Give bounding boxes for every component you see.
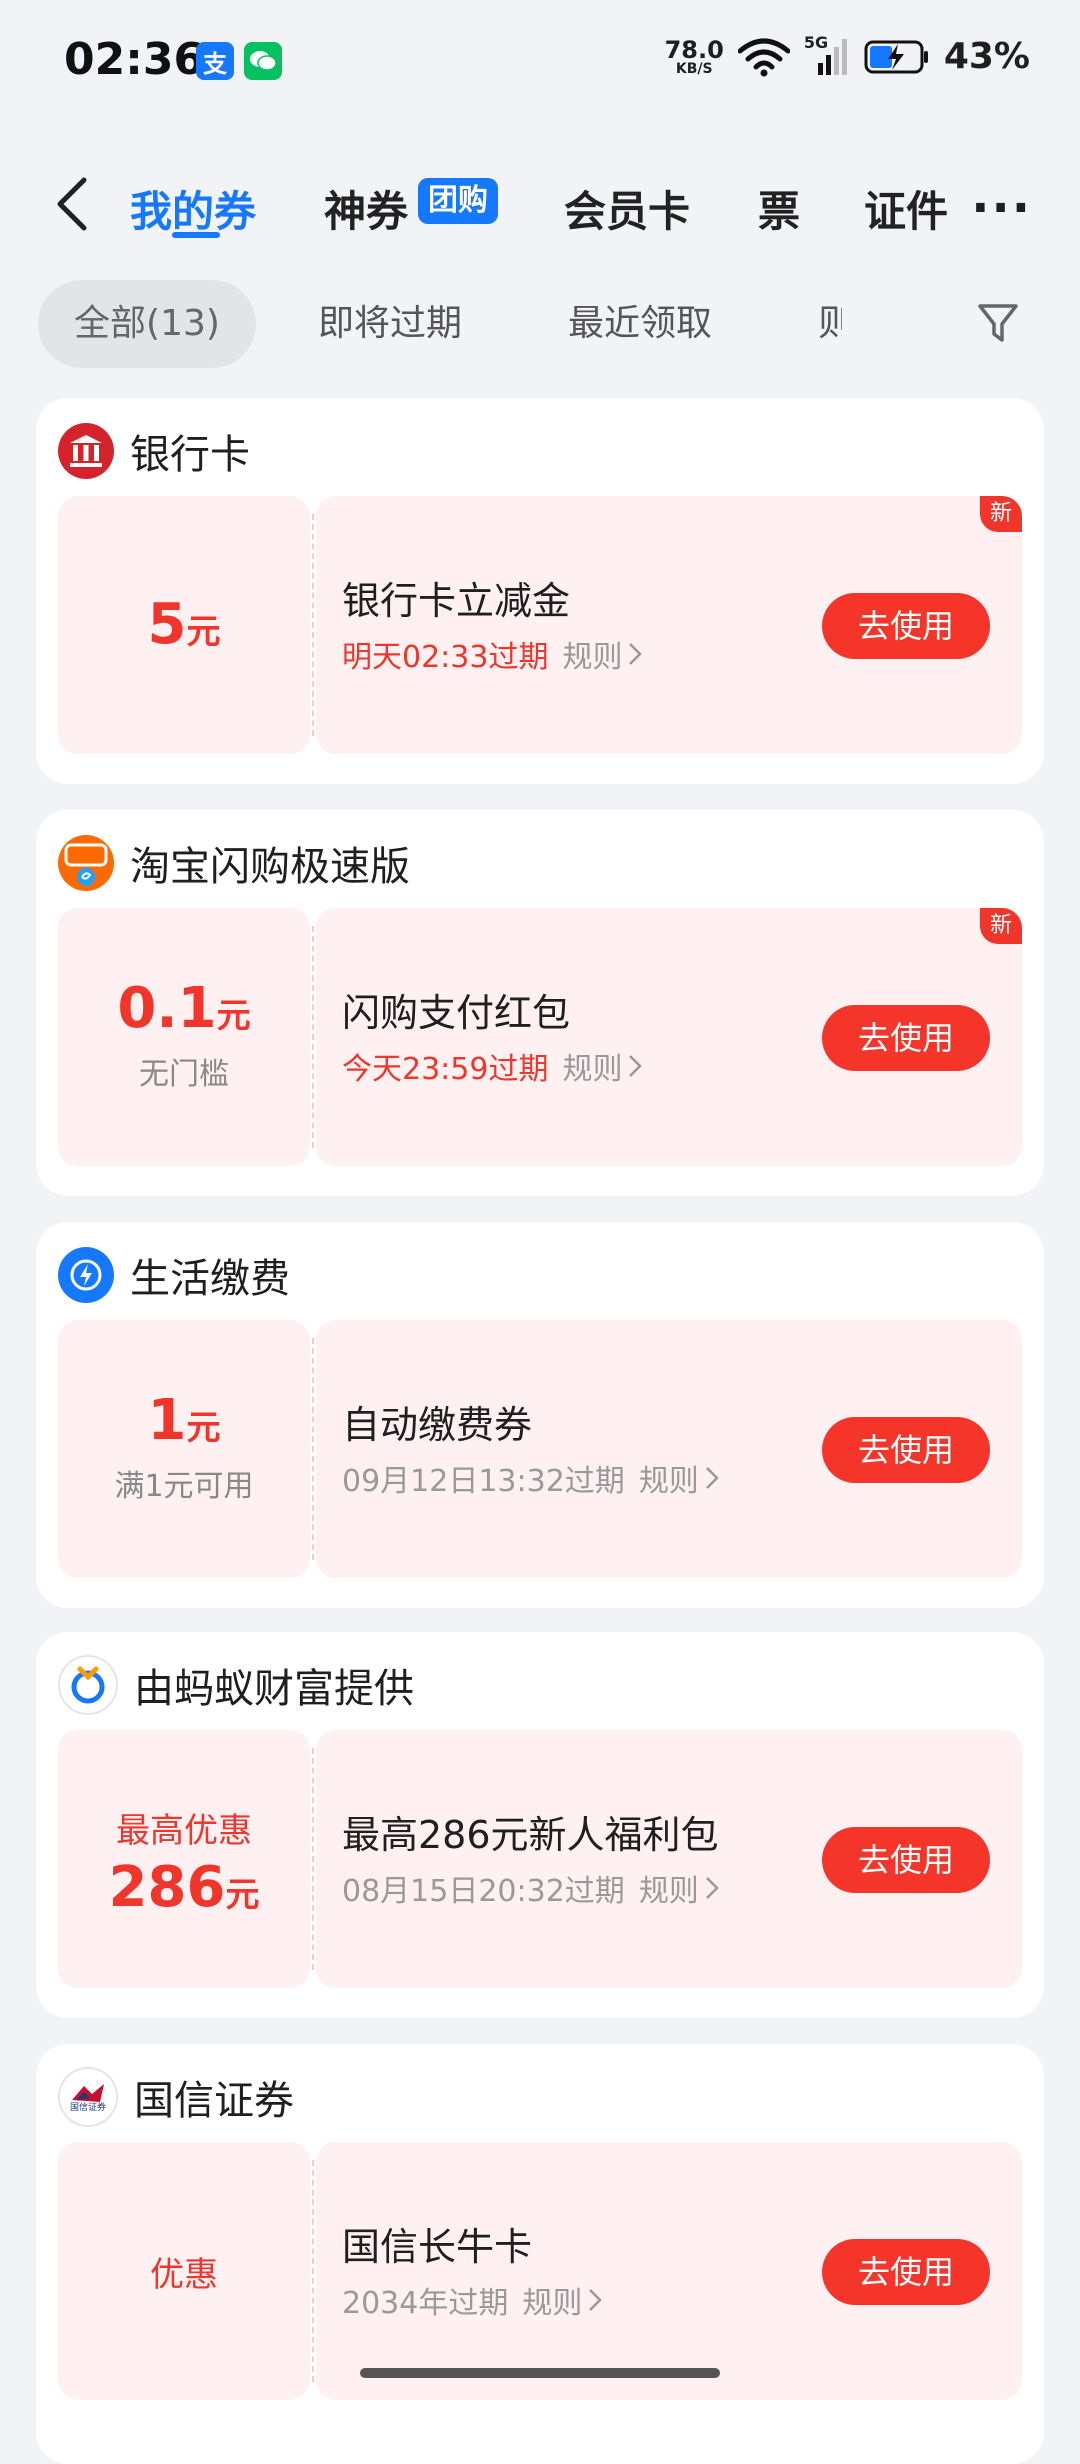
status-time: 02:36 [64, 34, 205, 85]
coupon-expiry: 09月12日13:32过期 [342, 1464, 625, 1499]
coupon-detail-panel: 国信长牛卡 2034年过期 规则 去使用 [316, 2142, 1022, 2400]
home-indicator[interactable] [360, 2368, 720, 2378]
rules-link[interactable]: 规则 [639, 1866, 719, 1910]
network-speed: 78.0 KB/S [664, 35, 724, 77]
coupon-value-panel: 最高优惠 286元 [58, 1730, 310, 1988]
back-arrow-icon[interactable] [52, 174, 92, 234]
coupon-item[interactable]: 1元 满1元可用 自动缴费券 09月12日13:32过期 规则 去使用 [58, 1320, 1022, 1578]
taobao-flash-icon [58, 835, 114, 891]
coupon-detail-panel: 新 银行卡立减金 明天02:33过期 规则 去使用 [316, 496, 1022, 754]
chevron-right-icon [705, 1467, 719, 1489]
coupon-group-taobao-flash: 淘宝闪购极速版 0.1元 无门槛 新 闪购支付红包 今天23:59过期 规则 去… [36, 810, 1044, 1196]
coupon-name: 自动缴费券 [342, 1403, 533, 1447]
ant-fortune-icon [58, 1655, 118, 1715]
chevron-right-icon [589, 2289, 603, 2311]
provider-name: 银行卡 [130, 432, 250, 478]
provider-name: 生活缴费 [130, 1256, 290, 1302]
coupon-group-ant-fortune: 由蚂蚁财富提供 最高优惠 286元 最高286元新人福利包 08月15日20:3… [36, 1632, 1044, 2018]
coupon-expiry: 08月15日20:32过期 [342, 1874, 625, 1909]
coupon-expiry: 明天02:33过期 [342, 640, 549, 675]
coupon-name: 银行卡立减金 [342, 579, 571, 623]
coupon-nav-bar: 我的券 神券 团购 会员卡 票 证件 ··· [0, 160, 1080, 250]
filter-more-truncated[interactable]: 则 [818, 280, 842, 368]
filter-expiring-soon[interactable]: 即将过期 [318, 280, 462, 368]
group-buy-badge: 团购 [418, 178, 498, 224]
coupon-value-panel: 优惠 [58, 2142, 310, 2400]
coupon-detail-panel: 新 闪购支付红包 今天23:59过期 规则 去使用 [316, 908, 1022, 1166]
provider-name: 国信证券 [134, 2078, 294, 2124]
battery-charging-icon [864, 40, 928, 73]
chevron-right-icon [705, 1877, 719, 1899]
filter-all[interactable]: 全部(13) [38, 280, 256, 368]
battery-percentage: 43% [943, 36, 1030, 77]
chevron-right-icon [629, 1055, 643, 1077]
provider-name: 淘宝闪购极速版 [130, 844, 410, 890]
coupon-amount-prefix: 最高优惠 [116, 1810, 252, 1851]
coupon-amount-text: 优惠 [150, 2254, 218, 2295]
new-tag: 新 [980, 908, 1022, 944]
coupon-group-utility-payment: 生活缴费 1元 满1元可用 自动缴费券 09月12日13:32过期 规则 去使用 [36, 1222, 1044, 1608]
coupon-item[interactable]: 优惠 国信长牛卡 2034年过期 规则 去使用 [58, 2142, 1022, 2400]
coupon-expiry: 今天23:59过期 [342, 1052, 549, 1087]
coupon-name: 闪购支付红包 [342, 991, 571, 1035]
coupon-detail-panel: 最高286元新人福利包 08月15日20:32过期 规则 去使用 [316, 1730, 1022, 1988]
rules-link[interactable]: 规则 [639, 1456, 719, 1500]
more-options-icon[interactable]: ··· [971, 180, 1032, 236]
tab-tickets[interactable]: 票 [758, 178, 800, 239]
guosen-securities-icon: 国信证券 [58, 2067, 118, 2127]
wechat-icon [244, 42, 282, 80]
coupon-name: 最高286元新人福利包 [342, 1813, 719, 1857]
tab-membership-cards[interactable]: 会员卡 [564, 178, 690, 239]
coupon-item[interactable]: 最高优惠 286元 最高286元新人福利包 08月15日20:32过期 规则 去… [58, 1730, 1022, 1988]
tab-certificates[interactable]: 证件 [864, 178, 948, 239]
chevron-right-icon [629, 643, 643, 665]
filter-recently-received[interactable]: 最近领取 [568, 280, 712, 368]
coupon-item[interactable]: 0.1元 无门槛 新 闪购支付红包 今天23:59过期 规则 去使用 [58, 908, 1022, 1166]
coupon-group-bank-card: 银行卡 5元 新 银行卡立减金 明天02:33过期 规则 去使用 [36, 398, 1044, 784]
rules-link[interactable]: 规则 [562, 1044, 643, 1088]
use-button[interactable]: 去使用 [822, 1005, 990, 1071]
provider-name: 由蚂蚁财富提供 [134, 1666, 414, 1712]
coupon-value-panel: 0.1元 无门槛 [58, 908, 310, 1166]
utility-bolt-icon [58, 1247, 114, 1303]
use-button[interactable]: 去使用 [822, 2239, 990, 2305]
filter-funnel-icon[interactable] [976, 300, 1020, 346]
tab-super-coupons[interactable]: 神券 [324, 178, 408, 239]
alipay-icon: 支 [196, 42, 234, 80]
coupon-condition: 无门槛 [139, 1057, 229, 1092]
filter-bar: 全部(13) 即将过期 最近领取 则 [0, 278, 1080, 370]
use-button[interactable]: 去使用 [822, 1417, 990, 1483]
use-button[interactable]: 去使用 [822, 1827, 990, 1893]
rules-link[interactable]: 规则 [562, 632, 643, 676]
coupon-condition: 满1元可用 [114, 1469, 254, 1504]
wifi-icon [737, 38, 790, 76]
coupon-item[interactable]: 5元 新 银行卡立减金 明天02:33过期 规则 去使用 [58, 496, 1022, 754]
new-tag: 新 [980, 496, 1022, 532]
coupon-value-panel: 5元 [58, 496, 310, 754]
status-bar: 02:36 支 78.0 KB/S 5G 43% [0, 0, 1080, 120]
use-button[interactable]: 去使用 [822, 593, 990, 659]
tab-my-coupons[interactable]: 我的券 [130, 178, 256, 239]
coupon-name: 国信长牛卡 [342, 2225, 533, 2269]
coupon-expiry: 2034年过期 [342, 2286, 509, 2321]
cellular-signal-icon: 5G [804, 33, 850, 77]
rules-link[interactable]: 规则 [522, 2278, 603, 2322]
coupon-group-guosen-securities: 国信证券 国信证券 优惠 国信长牛卡 2034年过期 规则 去使用 [36, 2044, 1044, 2464]
active-tab-indicator [172, 232, 220, 238]
bank-card-icon [58, 423, 114, 479]
coupon-detail-panel: 自动缴费券 09月12日13:32过期 规则 去使用 [316, 1320, 1022, 1578]
coupon-value-panel: 1元 满1元可用 [58, 1320, 310, 1578]
